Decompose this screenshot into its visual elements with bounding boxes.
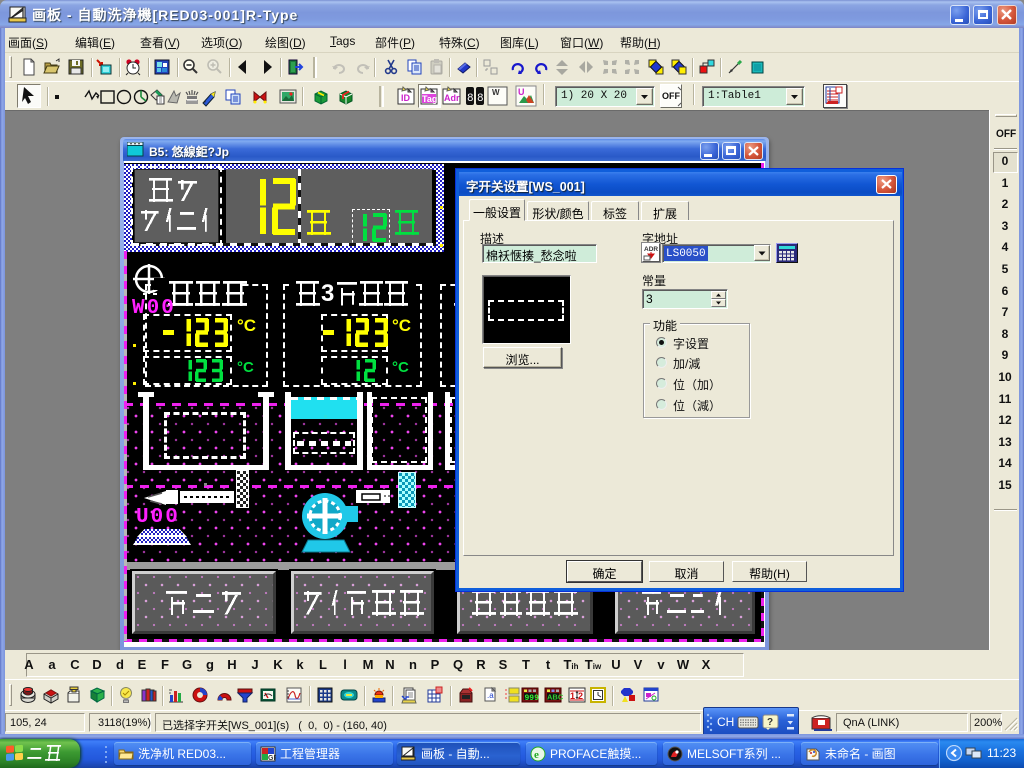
svg-text:U: U [518, 87, 525, 97]
svg-text:e: e [534, 749, 539, 761]
svg-text:Adr: Adr [444, 93, 460, 103]
svg-text:ABC: ABC [547, 693, 564, 702]
svg-text:GP: GP [268, 755, 276, 762]
svg-text:ADR: ADR [644, 246, 658, 253]
svg-text:1: 1 [570, 691, 575, 701]
svg-text:8: 8 [467, 93, 474, 105]
svg-text:.a: .a [487, 691, 494, 700]
svg-text:999: 999 [525, 694, 540, 703]
svg-text:ID: ID [401, 93, 411, 103]
svg-text:2: 2 [578, 691, 583, 701]
svg-text:8: 8 [477, 93, 484, 105]
svg-text:Tag: Tag [422, 94, 437, 104]
svg-text:?: ? [767, 717, 773, 728]
svg-text:W: W [492, 88, 500, 97]
